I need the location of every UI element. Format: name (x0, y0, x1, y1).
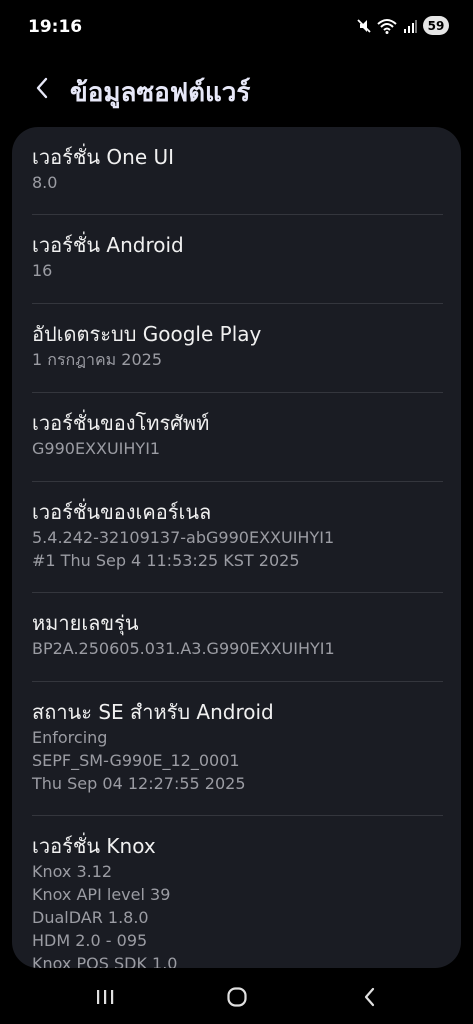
nav-back-button[interactable] (346, 985, 394, 1013)
item-value: Thu Sep 04 12:27:55 2025 (32, 774, 246, 793)
battery-icon: 59 (423, 16, 449, 35)
item-title: เวอร์ชั่นของโทรศัพท์ (32, 411, 210, 435)
item-title: เวอร์ชั่น One UI (32, 145, 175, 169)
home-button[interactable] (213, 985, 261, 1013)
item-title: หมายเลขรุ่น (32, 611, 139, 635)
item-value: 1 กรกฎาคม 2025 (32, 350, 163, 369)
divider (32, 592, 443, 593)
recent-apps-button[interactable] (81, 985, 129, 1013)
divider (32, 214, 443, 215)
home-icon (226, 986, 248, 1012)
divider (32, 392, 443, 393)
page-title: ข้อมูลซอฟต์แวร์ (70, 78, 251, 108)
item-value: DualDAR 1.8.0 (32, 908, 149, 927)
item-value: Knox API level 39 (32, 885, 171, 904)
list-item-android-version[interactable]: เวอร์ชั่น Android 16 (12, 231, 461, 282)
item-value: 5.4.242-32109137-abG990EXXUIHYI1 (32, 528, 335, 547)
back-icon (363, 987, 377, 1011)
item-value: #1 Thu Sep 4 11:53:25 KST 2025 (32, 551, 300, 570)
status-icons: 59 (357, 16, 449, 35)
item-value: Knox 3.12 (32, 862, 113, 881)
divider (32, 303, 443, 304)
item-title: สถานะ SE สำหรับ Android (32, 700, 274, 724)
list-item-baseband-version[interactable]: เวอร์ชั่นของโทรศัพท์ G990EXXUIHYI1 (12, 409, 461, 460)
item-value: BP2A.250605.031.A3.G990EXXUIHYI1 (32, 639, 335, 658)
item-value: HDM 2.0 - 095 (32, 931, 148, 950)
divider (32, 815, 443, 816)
item-title: เวอร์ชั่น Android (32, 233, 184, 257)
list-item-google-play-update[interactable]: อัปเดตระบบ Google Play 1 กรกฎาคม 2025 (12, 320, 461, 371)
divider (32, 481, 443, 482)
list-item-knox-version[interactable]: เวอร์ชั่น Knox Knox 3.12 Knox API level … (12, 832, 461, 968)
chevron-left-icon (34, 76, 50, 104)
navigation-bar (0, 975, 473, 1024)
item-value: Enforcing (32, 728, 108, 747)
signal-icon (403, 19, 417, 33)
back-button[interactable] (26, 74, 58, 106)
software-info-card: เวอร์ชั่น One UI 8.0 เวอร์ชั่น Android 1… (12, 127, 461, 968)
status-time: 19:16 (28, 17, 83, 37)
list-item-se-status[interactable]: สถานะ SE สำหรับ Android Enforcing SEPF_S… (12, 698, 461, 795)
item-title: เวอร์ชั่น Knox (32, 834, 156, 858)
item-title: เวอร์ชั่นของเคอร์เนล (32, 500, 212, 524)
list-item-one-ui-version[interactable]: เวอร์ชั่น One UI 8.0 (12, 143, 461, 194)
divider (32, 681, 443, 682)
recent-apps-icon (95, 988, 115, 1010)
item-value: SEPF_SM-G990E_12_0001 (32, 751, 240, 770)
status-bar: 19:16 59 (0, 0, 473, 56)
item-value: 16 (32, 261, 53, 280)
mute-icon (357, 18, 371, 34)
list-item-kernel-version[interactable]: เวอร์ชั่นของเคอร์เนล 5.4.242-32109137-ab… (12, 498, 461, 572)
wifi-icon (377, 18, 397, 34)
item-value: G990EXXUIHYI1 (32, 439, 161, 458)
app-header: ข้อมูลซอฟต์แวร์ (0, 66, 473, 118)
item-value: Knox POS SDK 1.0 (32, 954, 178, 968)
item-value: 8.0 (32, 173, 58, 192)
item-title: อัปเดตระบบ Google Play (32, 322, 262, 346)
list-item-build-number[interactable]: หมายเลขรุ่น BP2A.250605.031.A3.G990EXXUI… (12, 609, 461, 660)
